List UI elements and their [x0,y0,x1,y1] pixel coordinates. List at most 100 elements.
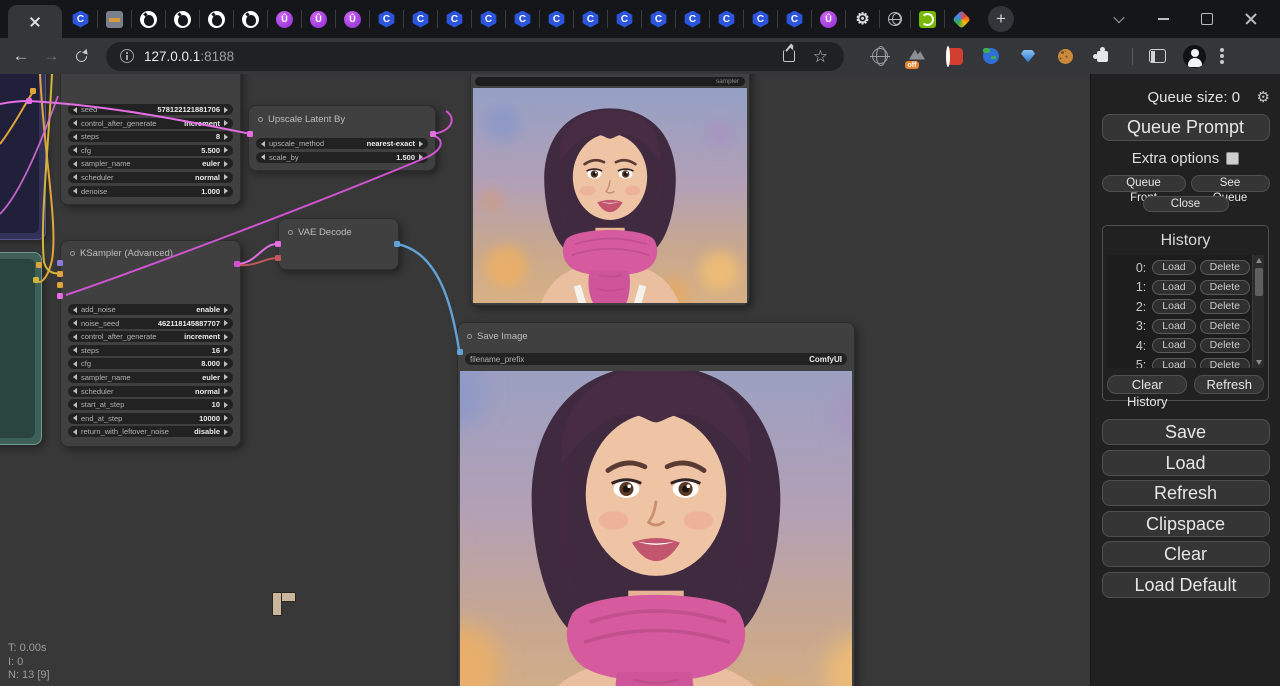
settings-gear-icon[interactable]: ⚙ [1257,88,1270,106]
menu-action-button[interactable]: Clear [1102,541,1270,567]
node-widget[interactable]: control_after_generate increment [68,331,233,342]
positive-prompt-textarea[interactable]: ilingils,soft, RAW,urredh theledasideile… [0,74,39,233]
scroll-up-icon[interactable] [1253,255,1264,266]
node-widget[interactable]: scheduler normal [68,172,233,183]
extension-red-icon[interactable] [946,48,963,65]
negative-prompt-textarea[interactable]: w:0.5],utilated,limbs,, missing, necklac… [0,259,35,438]
pinned-tab[interactable]: Û [301,10,335,28]
menu-action-button[interactable]: Clipspace [1102,511,1270,537]
widget-increment-icon[interactable] [419,154,423,160]
widget-decrement-icon[interactable] [73,388,77,394]
scroll-down-icon[interactable] [1253,357,1264,368]
node-widget[interactable]: noise_seed 462118145887707 [68,318,233,329]
widget-decrement-icon[interactable] [73,347,77,353]
reroute-slot[interactable] [36,262,42,268]
comfyui-canvas[interactable]: ilingils,soft, RAW,urredh theledasideile… [0,74,1090,686]
pinned-tab[interactable]: C [641,10,675,28]
queue-prompt-button[interactable]: Queue Prompt [1102,114,1270,141]
extension-globe-icon[interactable] [872,48,888,64]
history-delete-button[interactable]: Delete [1200,260,1250,275]
ksampler-advanced-node[interactable]: KSampler (Advanced) add_noise enable noi… [60,240,241,447]
profile-avatar[interactable] [1183,45,1206,68]
history-delete-button[interactable]: Delete [1200,319,1250,334]
node-widget[interactable]: upscale_method nearest-exact [256,138,428,149]
new-tab-button[interactable]: + [988,6,1014,32]
pinned-tab[interactable] [910,10,944,28]
minimize-button[interactable] [1154,10,1172,28]
node-widget[interactable]: scale_by 1.500 [256,152,428,163]
node-widget[interactable]: steps 8 [68,131,233,142]
pinned-tab[interactable] [233,10,267,28]
widget-decrement-icon[interactable] [73,374,77,380]
history-delete-button[interactable]: Delete [1200,299,1250,314]
node-collapse-icon[interactable] [258,117,263,122]
pinned-tab[interactable]: C [403,10,437,28]
history-load-button[interactable]: Load [1152,358,1195,368]
pinned-tab[interactable]: C [437,10,471,28]
model-input-slot[interactable] [57,260,63,266]
widget-increment-icon[interactable] [419,141,423,147]
pinned-tab[interactable] [944,10,978,28]
history-load-button[interactable]: Load [1152,299,1195,314]
widget-decrement-icon[interactable] [73,161,77,167]
history-delete-button[interactable]: Delete [1200,338,1250,353]
widget-increment-icon[interactable] [224,161,228,167]
image-output-slot[interactable] [394,241,400,247]
widget-increment-icon[interactable] [224,374,228,380]
history-load-button[interactable]: Load [1152,260,1195,275]
extra-options-checkbox[interactable] [1226,152,1239,165]
samples-input-slot[interactable] [275,241,281,247]
widget-increment-icon[interactable] [224,134,228,140]
pinned-tab[interactable] [131,10,165,28]
extension-gem-icon[interactable] [1021,50,1035,63]
pinned-tab[interactable]: Û [811,10,845,28]
widget-decrement-icon[interactable] [73,415,77,421]
node-widget[interactable]: cfg 8.000 [68,358,233,369]
pinned-tab[interactable]: C [539,10,573,28]
widget-decrement-icon[interactable] [73,107,77,113]
widget-decrement-icon[interactable] [73,174,77,180]
clip-text-encode-positive-node[interactable]: ilingils,soft, RAW,urredh theledasideile… [0,74,46,240]
history-load-button[interactable]: Load [1152,338,1195,353]
widget-decrement-icon[interactable] [73,147,77,153]
widget-decrement-icon[interactable] [261,154,265,160]
vae-input-slot[interactable] [275,255,281,261]
node-widget[interactable]: sampler_name euler [68,158,233,169]
pinned-tab[interactable]: C [369,10,403,28]
node-widget[interactable]: sampler [475,77,745,86]
pinned-tab[interactable]: C [573,10,607,28]
widget-decrement-icon[interactable] [73,320,77,326]
close-button[interactable]: Close [1143,196,1229,212]
pinned-tab[interactable] [199,10,233,28]
pinned-tab[interactable]: C [743,10,777,28]
pinned-tab[interactable]: ⚙ [845,10,879,28]
latent-output-slot[interactable] [234,261,240,267]
node-widget[interactable]: steps 16 [68,345,233,356]
widget-decrement-icon[interactable] [73,334,77,340]
node-widget[interactable]: sampler_name euler [68,372,233,383]
history-refresh-button[interactable]: Refresh [1194,375,1264,394]
history-delete-button[interactable]: Delete [1200,280,1250,295]
positive-input-slot[interactable] [57,271,63,277]
upscale-output-slot[interactable] [430,131,436,137]
node-widget[interactable]: start_at_step 10 [68,399,233,410]
clear-history-button[interactable]: Clear History [1107,375,1187,394]
address-bar[interactable]: 127.0.0.1:8188 ☆ [106,42,844,71]
active-tab[interactable] [8,5,62,38]
widget-increment-icon[interactable] [224,334,228,340]
vae-decode-node[interactable]: VAE Decode [278,218,399,270]
scrollbar-thumb[interactable] [1255,268,1263,296]
pinned-tab[interactable]: C [709,10,743,28]
reroute-slot[interactable] [33,277,39,283]
widget-decrement-icon[interactable] [73,134,77,140]
extension-blocker-icon[interactable] [909,49,925,60]
save-image-node[interactable]: Save Image filename_prefix ComfyUI [457,322,855,686]
widget-increment-icon[interactable] [224,388,228,394]
site-info-icon[interactable] [120,49,134,63]
node-widget[interactable]: end_at_step 10000 [68,413,233,424]
pinned-tab[interactable] [97,10,131,28]
images-input-slot[interactable] [457,349,463,355]
browser-menu-icon[interactable] [1220,54,1224,58]
widget-decrement-icon[interactable] [73,307,77,313]
widget-increment-icon[interactable] [224,120,228,126]
